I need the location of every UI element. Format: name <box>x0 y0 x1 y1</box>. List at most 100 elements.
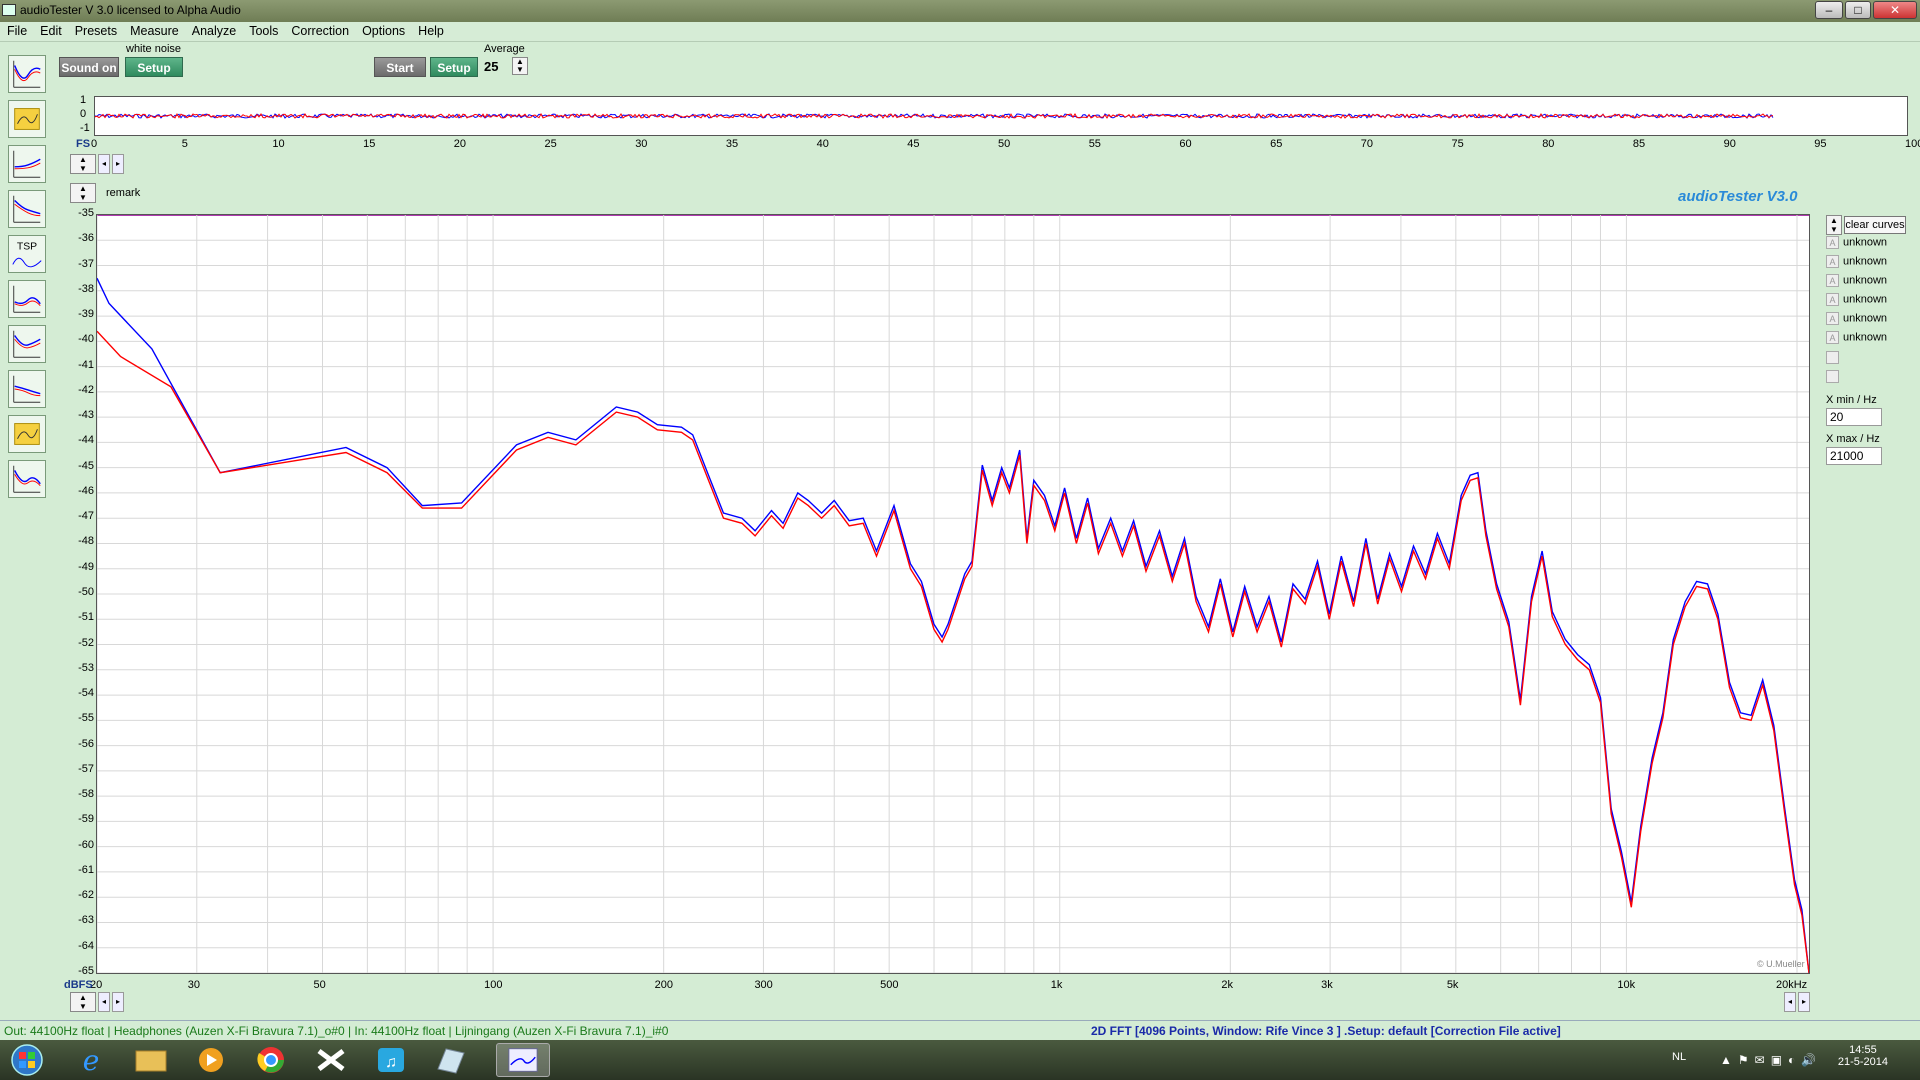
clock-date: 21-5-2014 <box>1837 1056 1888 1068</box>
y-tick-label: -40 <box>78 333 94 346</box>
freq-zoom-spinner[interactable]: ▲ ▼ <box>70 992 96 1012</box>
generator-view-icon[interactable] <box>8 100 46 138</box>
xmin-input[interactable]: 20 <box>1826 408 1882 426</box>
menu-file[interactable]: File <box>0 22 33 38</box>
app-store-icon[interactable]: ♫ <box>364 1043 418 1077</box>
y-tick-label: -44 <box>78 434 94 447</box>
legend-checkbox[interactable]: A <box>1826 312 1839 325</box>
x-tick-label: 10k <box>1617 979 1636 991</box>
time-scroll-right[interactable]: ▸ <box>112 154 124 174</box>
x-tick-label: 100 <box>484 979 503 991</box>
legend-spinner[interactable]: ▲ ▼ <box>1826 215 1842 235</box>
menu-options[interactable]: Options <box>355 22 411 38</box>
x-tick-label: 200 <box>654 979 674 991</box>
y-tick-label: -43 <box>78 409 94 422</box>
legend-curve-item[interactable]: Aunknown <box>1826 293 1887 309</box>
time-zoom-spinner[interactable]: ▲ ▼ <box>70 154 96 174</box>
spectrum-view-icon[interactable] <box>8 55 46 93</box>
legend-checkbox[interactable]: A <box>1826 331 1839 344</box>
start-orb-icon[interactable] <box>2 1043 52 1077</box>
speaker-response-icon[interactable] <box>8 370 46 408</box>
freq-scroll-right[interactable]: ▸ <box>112 992 124 1012</box>
start-button[interactable]: Start <box>374 57 426 77</box>
menu-help[interactable]: Help <box>411 22 450 38</box>
time-x-tick: 60 <box>1179 138 1192 150</box>
legend-checkbox[interactable]: A <box>1826 236 1839 249</box>
average-spinner[interactable]: ▲ ▼ <box>512 57 528 75</box>
menu-correction[interactable]: Correction <box>284 22 355 38</box>
peak-view-icon[interactable] <box>8 280 46 318</box>
main-zoom-spinner[interactable]: ▲ ▼ <box>70 183 96 203</box>
time-y-tick: -1 <box>80 122 90 134</box>
y-tick-label: -58 <box>78 788 94 801</box>
crossover-icon[interactable] <box>304 1043 358 1077</box>
xmax-input[interactable]: 21000 <box>1826 447 1882 465</box>
legend-empty-1[interactable] <box>1826 351 1843 367</box>
remark-label: remark <box>106 187 141 199</box>
freq-scroll-left[interactable]: ◂ <box>98 992 110 1012</box>
close-button[interactable]: ✕ <box>1873 1 1917 19</box>
analyzer-setup-button[interactable]: Setup <box>430 57 478 77</box>
average-value[interactable]: 25 <box>484 57 512 77</box>
legend-checkbox[interactable]: A <box>1826 293 1839 306</box>
correction-view-icon[interactable] <box>8 460 46 498</box>
y-tick-label: -65 <box>78 965 94 977</box>
status-bar: Out: 44100Hz float | Headphones (Auzen X… <box>0 1020 1920 1040</box>
media-player-icon[interactable] <box>184 1043 238 1077</box>
freq-scroll-left-2[interactable]: ◂ <box>1784 992 1796 1012</box>
legend-checkbox[interactable]: A <box>1826 255 1839 268</box>
left-toolbar: TSP <box>0 50 54 1010</box>
legend-curve-item[interactable]: Aunknown <box>1826 312 1887 328</box>
y-tick-label: -63 <box>78 914 94 927</box>
y-tick-label: -56 <box>78 737 94 750</box>
maximize-button[interactable]: □ <box>1845 1 1871 19</box>
generator-label: white noise <box>126 43 182 55</box>
y-tick-label: -53 <box>78 661 94 674</box>
legend-checkbox[interactable]: A <box>1826 274 1839 287</box>
notes-app-icon[interactable] <box>424 1043 478 1077</box>
legend-curve-item[interactable]: Aunknown <box>1826 331 1887 347</box>
y-tick-label: -55 <box>78 712 94 725</box>
y-tick-label: -39 <box>78 308 94 321</box>
filter-view-icon[interactable] <box>8 145 46 183</box>
brand-label: audioTester V3.0 <box>1678 188 1798 205</box>
legend-empty-2[interactable] <box>1826 370 1843 386</box>
minimize-button[interactable]: – <box>1815 1 1843 19</box>
audiotester-task-icon[interactable] <box>496 1043 550 1077</box>
y-tick-label: -50 <box>78 586 94 598</box>
generator-setup-icon[interactable] <box>8 415 46 453</box>
tsp-view-icon[interactable]: TSP <box>8 235 46 273</box>
menu-edit[interactable]: Edit <box>33 22 68 38</box>
time-x-tick: 5 <box>181 138 188 150</box>
menu-measure[interactable]: Measure <box>123 22 185 38</box>
x-tick-label: 2k <box>1221 979 1233 991</box>
y-tick-label: -36 <box>78 232 94 245</box>
legend-curve-item[interactable]: Aunknown <box>1826 236 1887 252</box>
clear-curves-button[interactable]: clear curves <box>1844 216 1906 234</box>
freq-scroll-right-2[interactable]: ▸ <box>1798 992 1810 1012</box>
internet-explorer-icon[interactable]: e <box>64 1043 118 1077</box>
file-explorer-icon[interactable] <box>124 1043 178 1077</box>
time-x-tick: 50 <box>998 138 1011 150</box>
language-indicator[interactable]: NL <box>1672 1051 1686 1063</box>
app-area: TSP white noise Sound on Setup Start Set… <box>0 42 1920 1040</box>
x-tick-label: 5k <box>1446 979 1459 991</box>
y-tick-label: -41 <box>78 358 94 371</box>
legend-label: unknown <box>1843 293 1888 306</box>
y-tick-label: -57 <box>78 762 94 775</box>
curve-view-icon[interactable] <box>8 325 46 363</box>
y-tick-label: -49 <box>78 560 94 573</box>
legend-curve-item[interactable]: Aunknown <box>1826 255 1887 271</box>
chrome-icon[interactable] <box>244 1043 298 1077</box>
time-plot-canvas <box>94 112 1774 119</box>
sound-on-button[interactable]: Sound on <box>59 57 119 77</box>
legend-curve-item[interactable]: Aunknown <box>1826 274 1887 290</box>
app-icon <box>2 4 16 16</box>
menu-presets[interactable]: Presets <box>68 22 123 38</box>
menu-analyze[interactable]: Analyze <box>185 22 242 38</box>
menu-tools[interactable]: Tools <box>242 22 284 38</box>
clock[interactable]: 14:55 21-5-2014 <box>1838 1044 1888 1068</box>
time-scroll-left[interactable]: ◂ <box>98 154 110 174</box>
speaker-view-icon[interactable] <box>8 190 46 228</box>
generator-setup-button[interactable]: Setup <box>125 57 183 77</box>
